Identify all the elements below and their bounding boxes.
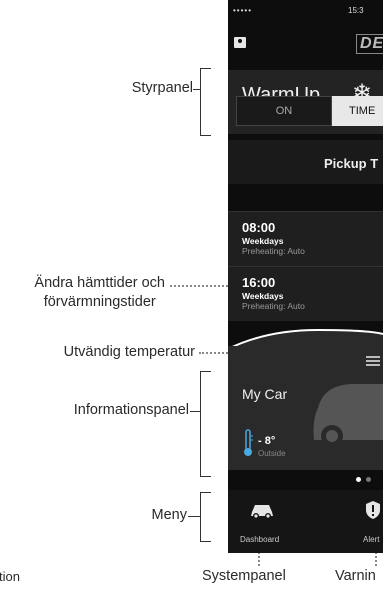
brand-logo: DEF (356, 34, 383, 54)
signal-indicator: ••••• (233, 6, 253, 15)
car-name: My Car (242, 386, 288, 402)
annotation-outside-temp: Utvändig temperatur (63, 344, 195, 360)
annotation-system-panel: Systempanel (202, 568, 286, 584)
warmup-mode-toggle: ON TIME (236, 96, 383, 126)
annotation-tick (188, 516, 200, 517)
annotation-info-panel: Informationspanel (73, 402, 189, 418)
pickup-days: Weekdays (242, 236, 284, 246)
annotation-dotted-leader (170, 285, 228, 287)
pickup-time: 16:00 (242, 275, 276, 290)
status-bar: ••••• 15:3 (228, 0, 383, 24)
pickup-row[interactable]: 08:00 Weekdays Preheating: Auto (228, 211, 383, 266)
menu-alerts-label: Alert (363, 535, 380, 544)
page-dot (366, 477, 371, 482)
menu-bar: Dashboard Alert (228, 490, 383, 553)
menu-dashboard-label: Dashboard (240, 535, 280, 544)
pickup-preheating: Preheating: Auto (242, 246, 305, 256)
menu-alerts[interactable]: Alert (360, 490, 383, 553)
annotation-change-times-line1: Ändra hämttider och (34, 275, 165, 291)
annotation-change-times-line2: förvärmningstider (43, 294, 156, 310)
pickup-days: Weekdays (242, 291, 284, 301)
annotation-bracket-menu (200, 492, 211, 542)
annotation-cut-text: tion (0, 569, 20, 584)
annotation-tick (190, 411, 200, 412)
annotation-bracket-info (200, 371, 211, 477)
pickup-header: Pickup T (228, 140, 383, 184)
toggle-timer-button[interactable]: TIME (332, 96, 383, 126)
annotation-control-panel: Styrpanel (131, 80, 193, 96)
status-clock: 15:3 (348, 6, 364, 15)
annotation-change-times: Ändra hämttider och förvärmningstider (34, 274, 165, 312)
top-bar: DEF (228, 24, 383, 60)
shield-alert-icon (366, 501, 380, 519)
annotation-warnings: Varnin (335, 568, 376, 584)
car-icon (251, 505, 273, 519)
annotation-menu: Meny (151, 507, 187, 523)
pickup-preheating: Preheating: Auto (242, 301, 305, 311)
pickup-row[interactable]: 16:00 Weekdays Preheating: Auto (228, 266, 383, 321)
annotation-bracket-control (200, 68, 211, 136)
profile-icon[interactable] (234, 37, 246, 48)
phone-screen: ••••• 15:3 DEF WarmUp ❄ ON TIME Pickup T… (228, 0, 383, 553)
outside-temperature: - 8° (258, 435, 276, 447)
pickup-title: Pickup T (324, 156, 379, 171)
annotation-tick (193, 89, 200, 90)
outside-label: Outside (258, 449, 286, 458)
menu-icon[interactable] (366, 356, 380, 368)
toggle-on-button[interactable]: ON (236, 96, 332, 126)
car-illustration (313, 384, 383, 447)
page-indicator[interactable] (356, 477, 376, 483)
menu-dashboard[interactable]: Dashboard (240, 490, 290, 553)
thermometer-icon (244, 429, 253, 456)
page-dot-active (356, 477, 361, 482)
pickup-time: 08:00 (242, 220, 276, 235)
